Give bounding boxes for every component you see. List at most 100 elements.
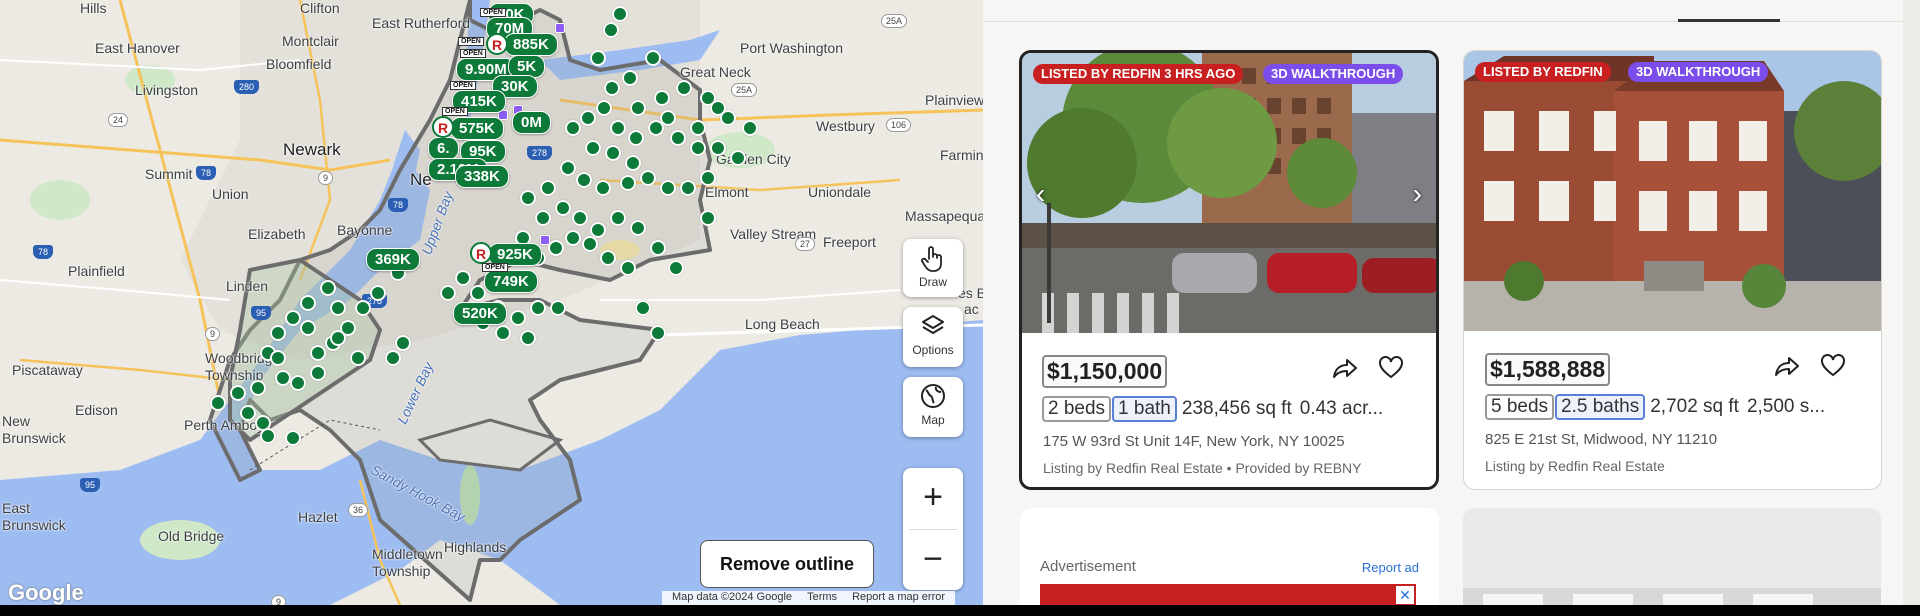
- listing-dot[interactable]: [610, 120, 626, 136]
- listing-dot[interactable]: [300, 320, 316, 336]
- listing-dot[interactable]: [620, 175, 636, 191]
- price-pin[interactable]: 520K: [453, 302, 507, 325]
- listing-dot[interactable]: [690, 140, 706, 156]
- listing-dot[interactable]: [260, 428, 276, 444]
- zoom-in-button[interactable]: +: [903, 468, 963, 529]
- listing-dot[interactable]: [455, 270, 471, 286]
- listing-dot[interactable]: [654, 90, 670, 106]
- open-house-pin[interactable]: OPEN: [460, 49, 486, 58]
- listing-dot[interactable]: [600, 250, 616, 266]
- listing-dot[interactable]: [640, 170, 656, 186]
- listing-dot[interactable]: [603, 22, 619, 38]
- open-house-pin[interactable]: OPEN: [442, 107, 468, 116]
- redfin-pin[interactable]: R: [432, 116, 454, 138]
- listing-dot[interactable]: [565, 120, 581, 136]
- listing-dot[interactable]: [620, 260, 636, 276]
- listing-dot[interactable]: [596, 100, 612, 116]
- heart-icon[interactable]: [1820, 354, 1846, 385]
- listing-dot[interactable]: [310, 345, 326, 361]
- listing-dot[interactable]: [350, 350, 366, 366]
- listing-dot[interactable]: [300, 295, 316, 311]
- listing-dot[interactable]: [605, 145, 621, 161]
- listing-dot[interactable]: [710, 100, 726, 116]
- report-ad-link[interactable]: Report ad: [1362, 560, 1419, 575]
- map-panel[interactable]: Hills Clifton East Hanover Montclair Eas…: [0, 0, 983, 605]
- listing-dot[interactable]: [710, 140, 726, 156]
- listing-dot[interactable]: [628, 130, 644, 146]
- listing-dot[interactable]: [700, 210, 716, 226]
- listing-dot[interactable]: [576, 172, 592, 188]
- listing-dot[interactable]: [565, 230, 581, 246]
- price-pin[interactable]: 885K: [504, 33, 558, 56]
- listing-dot[interactable]: [580, 110, 596, 126]
- listing-dot[interactable]: [290, 375, 306, 391]
- price-pin[interactable]: 575K: [450, 117, 504, 140]
- listing-dot[interactable]: [612, 6, 628, 22]
- listing-dot[interactable]: [668, 260, 684, 276]
- heart-icon[interactable]: [1378, 356, 1404, 387]
- walkthrough-badge[interactable]: 3D WALKTHROUGH: [1628, 62, 1769, 82]
- listing-dot[interactable]: [520, 330, 536, 346]
- listing-dot[interactable]: [676, 80, 692, 96]
- listing-dot[interactable]: [535, 210, 551, 226]
- listing-dot[interactable]: [572, 210, 588, 226]
- listing-dot[interactable]: [285, 310, 301, 326]
- listing-dot[interactable]: [548, 240, 564, 256]
- listing-dot[interactable]: [470, 285, 486, 301]
- price-pin[interactable]: 749K: [484, 270, 538, 293]
- listing-dot[interactable]: [648, 120, 664, 136]
- listing-dot[interactable]: [555, 200, 571, 216]
- listing-dot[interactable]: [595, 180, 611, 196]
- new-listing-marker[interactable]: [540, 235, 550, 245]
- listing-dot[interactable]: [270, 325, 286, 341]
- listing-dot[interactable]: [355, 300, 371, 316]
- listing-dot[interactable]: [310, 365, 326, 381]
- listing-dot[interactable]: [440, 285, 456, 301]
- listing-dot[interactable]: [270, 350, 286, 366]
- listing-dot[interactable]: [610, 210, 626, 226]
- price-pin[interactable]: 369K: [366, 248, 420, 271]
- chevron-right-icon[interactable]: ›: [1413, 178, 1422, 210]
- listing-dot[interactable]: [210, 395, 226, 411]
- listing-dot[interactable]: [395, 335, 411, 351]
- price-pin[interactable]: 0M: [512, 111, 551, 134]
- listing-card[interactable]: LISTED BY REDFIN 3 HRS AGO 3D WALKTHROUG…: [1019, 50, 1439, 490]
- listing-photo[interactable]: LISTED BY REDFIN 3 HRS AGO 3D WALKTHROUG…: [1022, 53, 1436, 333]
- listing-dot[interactable]: [275, 370, 291, 386]
- listing-dot[interactable]: [630, 220, 646, 236]
- listing-card[interactable]: LISTED BY REDFIN 3D WALKTHROUGH $1,588,8…: [1463, 50, 1882, 490]
- walkthrough-badge[interactable]: 3D WALKTHROUGH: [1263, 64, 1404, 84]
- remove-outline-button[interactable]: Remove outline: [700, 540, 874, 588]
- options-button[interactable]: Options: [903, 307, 963, 367]
- listing-address[interactable]: 825 E 21st St, Midwood, NY 11210: [1485, 431, 1717, 448]
- listing-dot[interactable]: [622, 70, 638, 86]
- listing-dot[interactable]: [560, 160, 576, 176]
- listing-dot[interactable]: [670, 130, 686, 146]
- listing-card[interactable]: [1463, 508, 1881, 605]
- scrollbar[interactable]: [1903, 0, 1920, 605]
- draw-button[interactable]: Draw: [903, 239, 963, 297]
- report-map-error-link[interactable]: Report a map error: [852, 591, 945, 603]
- listing-dot[interactable]: [690, 120, 706, 136]
- listing-dot[interactable]: [650, 240, 666, 256]
- listing-dot[interactable]: [495, 325, 511, 341]
- terms-link[interactable]: Terms: [807, 591, 837, 603]
- listing-address[interactable]: 175 W 93rd St Unit 14F, New York, NY 100…: [1043, 433, 1345, 450]
- price-pin[interactable]: 6.: [428, 137, 459, 160]
- chevron-left-icon[interactable]: ‹: [1036, 178, 1045, 210]
- listing-dot[interactable]: [385, 350, 401, 366]
- listing-dot[interactable]: [230, 385, 246, 401]
- listing-photo[interactable]: LISTED BY REDFIN 3D WALKTHROUGH: [1464, 51, 1881, 331]
- share-icon[interactable]: [1774, 354, 1800, 385]
- map-type-button[interactable]: Map: [903, 377, 963, 437]
- listing-dot[interactable]: [370, 285, 386, 301]
- open-house-pin[interactable]: OPEN: [482, 263, 508, 272]
- redfin-pin[interactable]: R: [486, 33, 508, 55]
- open-house-pin[interactable]: OPEN: [480, 8, 506, 17]
- listing-dot[interactable]: [590, 50, 606, 66]
- listing-dot[interactable]: [645, 50, 661, 66]
- listing-dot[interactable]: [604, 80, 620, 96]
- listing-dot[interactable]: [320, 280, 336, 296]
- zoom-out-button[interactable]: −: [903, 530, 963, 591]
- share-icon[interactable]: [1332, 356, 1358, 387]
